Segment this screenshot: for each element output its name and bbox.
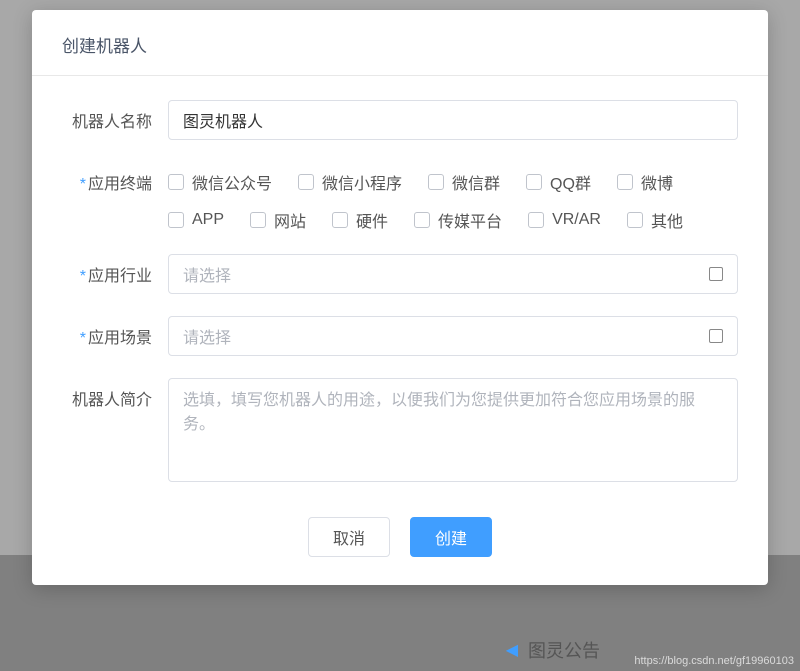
- modal-title: 创建机器人: [32, 10, 768, 76]
- checkbox-icon: [298, 174, 314, 190]
- intro-label: 机器人简介: [62, 378, 168, 410]
- scene-placeholder: 请选择: [183, 324, 231, 348]
- announcement-label: 图灵公告: [528, 637, 600, 663]
- checkbox-icon: [617, 174, 633, 190]
- industry-placeholder: 请选择: [183, 262, 231, 286]
- terminal-checkbox-0[interactable]: 微信公众号: [168, 170, 272, 194]
- terminal-checkbox-4[interactable]: 微博: [617, 170, 673, 194]
- dropdown-icon: [709, 267, 723, 281]
- checkbox-icon: [627, 212, 643, 228]
- terminal-label: 微信公众号: [192, 170, 272, 194]
- terminal-label: 其他: [651, 208, 683, 232]
- terminal-label: 网站: [274, 208, 306, 232]
- dropdown-icon: [709, 329, 723, 343]
- terminal-label: QQ群: [550, 170, 591, 194]
- robot-name-input[interactable]: [168, 100, 738, 140]
- terminal-label: APP: [192, 211, 224, 229]
- industry-select[interactable]: 请选择: [168, 254, 738, 294]
- checkbox-icon: [526, 174, 542, 190]
- terminal-checkbox-1[interactable]: 微信小程序: [298, 170, 402, 194]
- terminal-checkbox-10[interactable]: 其他: [627, 208, 683, 232]
- checkbox-icon: [414, 212, 430, 228]
- robot-name-label: 机器人名称: [62, 100, 168, 132]
- terminal-checkbox-5[interactable]: APP: [168, 208, 224, 232]
- checkbox-icon: [332, 212, 348, 228]
- announcement-link[interactable]: ◀ 图灵公告: [506, 637, 600, 663]
- intro-textarea[interactable]: [168, 378, 738, 482]
- terminal-checkbox-3[interactable]: QQ群: [526, 170, 591, 194]
- checkbox-icon: [528, 212, 544, 228]
- checkbox-icon: [250, 212, 266, 228]
- create-robot-modal: 创建机器人 机器人名称 应用终端 微信公众号 微信小程序 微信群 QQ群 微博 APP 网站…: [32, 10, 768, 585]
- terminal-checkbox-9[interactable]: VR/AR: [528, 208, 601, 232]
- terminal-label: 微博: [641, 170, 673, 194]
- terminal-checkbox-6[interactable]: 网站: [250, 208, 306, 232]
- terminal-checkbox-2[interactable]: 微信群: [428, 170, 500, 194]
- terminal-label: VR/AR: [552, 211, 601, 229]
- checkbox-icon: [168, 212, 184, 228]
- checkbox-icon: [428, 174, 444, 190]
- industry-label: 应用行业: [62, 254, 168, 286]
- checkbox-icon: [168, 174, 184, 190]
- terminal-checkbox-7[interactable]: 硬件: [332, 208, 388, 232]
- scene-label: 应用场景: [62, 316, 168, 348]
- speaker-icon: ◀: [506, 640, 518, 660]
- terminal-label: 应用终端: [62, 162, 168, 194]
- create-button[interactable]: 创建: [410, 517, 492, 557]
- terminal-label: 微信群: [452, 170, 500, 194]
- terminal-checkbox-8[interactable]: 传媒平台: [414, 208, 502, 232]
- terminal-label: 传媒平台: [438, 208, 502, 232]
- cancel-button[interactable]: 取消: [308, 517, 390, 557]
- terminal-label: 微信小程序: [322, 170, 402, 194]
- terminal-label: 硬件: [356, 208, 388, 232]
- watermark-text: https://blog.csdn.net/gf19960103: [634, 655, 794, 667]
- scene-select[interactable]: 请选择: [168, 316, 738, 356]
